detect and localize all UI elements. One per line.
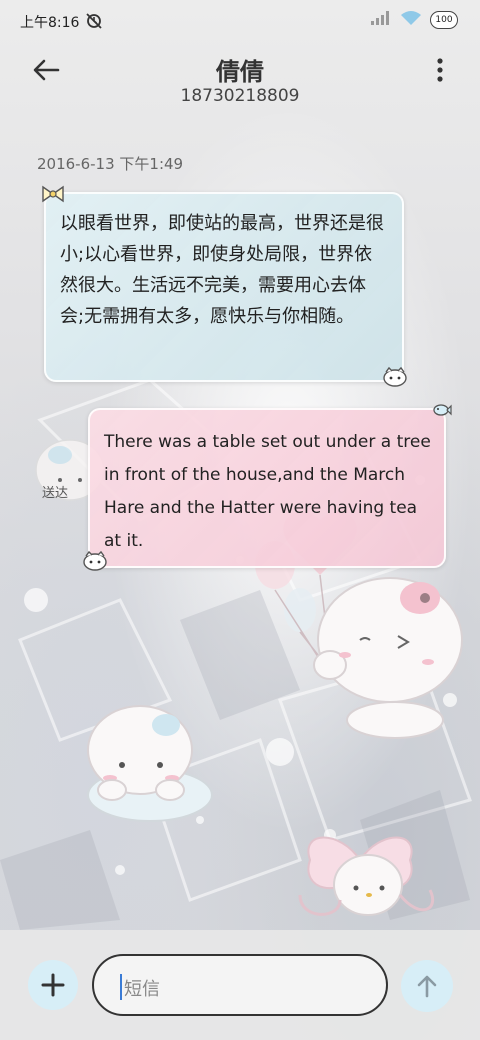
signal-icon: [370, 10, 392, 30]
battery-icon: 100: [430, 11, 458, 29]
status-right: 100: [370, 10, 458, 30]
delivery-status: 送达: [42, 486, 69, 501]
fish-sticker-icon: [432, 402, 452, 422]
arrow-up-icon: [417, 975, 437, 998]
kitty-sticker-icon: [82, 550, 108, 576]
status-bar: 上午8:16 100: [0, 0, 480, 40]
conversation-header: 倩倩 18730218809: [0, 40, 480, 120]
status-time: 上午8:16: [20, 15, 80, 31]
message-timestamp: 2016-6-13 下午1:49: [37, 155, 184, 173]
send-button[interactable]: [401, 960, 453, 1012]
text-caret: [120, 974, 122, 1000]
message-input-placeholder: 短信: [124, 979, 160, 1000]
add-attachment-button[interactable]: [28, 960, 78, 1010]
more-options-button[interactable]: [434, 56, 446, 84]
incoming-message-bubble[interactable]: 以眼看世界，即使站的最高，世界还是很小;以心看世界，即使身处局限，世界依然很大。…: [44, 192, 404, 382]
alarm-muted-icon: [84, 11, 104, 35]
more-vertical-icon: [437, 58, 443, 82]
message-input[interactable]: 短信: [92, 954, 388, 1016]
message-text: There was a table set out under a tree i…: [104, 432, 431, 551]
outgoing-message-bubble[interactable]: There was a table set out under a tree i…: [88, 408, 446, 568]
kitty-sticker-icon: [382, 366, 408, 392]
plus-icon: [41, 973, 65, 997]
contact-number: 18730218809: [180, 86, 300, 106]
message-text: 以眼看世界，即使站的最高，世界还是很小;以心看世界，即使身处局限，世界依然很大。…: [60, 213, 384, 327]
wifi-icon: [400, 10, 422, 30]
bow-sticker-icon: [40, 184, 66, 208]
contact-name: 倩倩: [216, 58, 264, 86]
